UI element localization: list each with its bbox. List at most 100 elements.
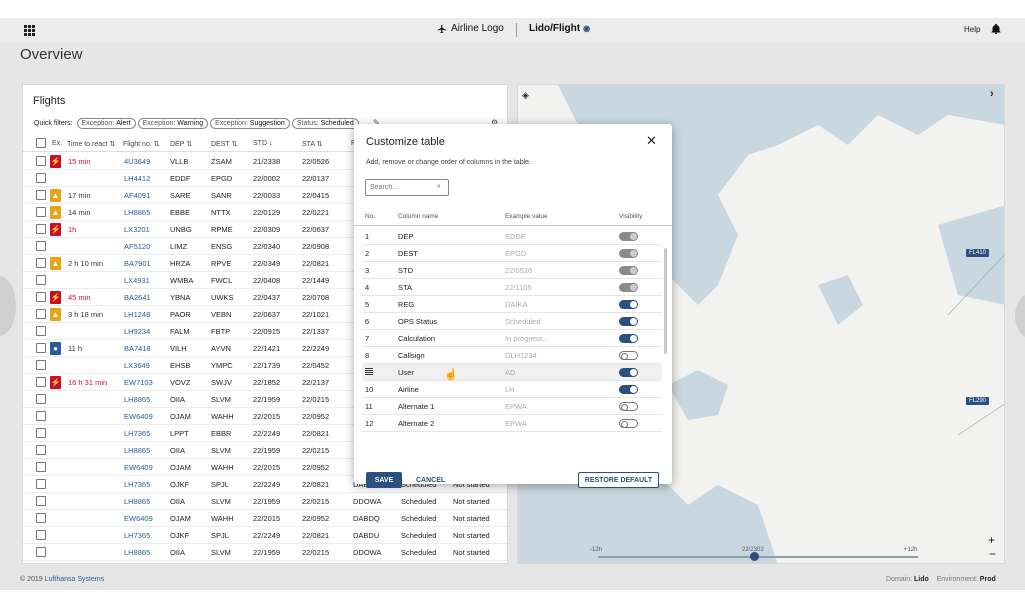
- zoom-out-button[interactable]: −: [989, 547, 996, 561]
- left-scroll-handle[interactable]: [0, 276, 16, 336]
- flight-number-link[interactable]: LH1248: [124, 310, 150, 319]
- row-checkbox[interactable]: [36, 394, 46, 404]
- flight-number-link[interactable]: BA7901: [124, 259, 151, 268]
- col-dep[interactable]: DEP ⇅: [170, 140, 192, 148]
- filter-chip-warning[interactable]: Exception: Warning: [137, 118, 209, 129]
- row-checkbox[interactable]: [36, 462, 46, 472]
- app-grid-icon[interactable]: [24, 25, 35, 36]
- notification-bell-icon[interactable]: [990, 22, 1002, 36]
- flight-number-link[interactable]: LH4412: [124, 174, 150, 183]
- col-flight-no[interactable]: Flight no. ⇅: [123, 140, 160, 148]
- row-checkbox[interactable]: [36, 156, 46, 166]
- row-checkbox[interactable]: [36, 377, 46, 387]
- table-row[interactable]: LH8865 OIIA SLVM 22/1959 22/0215 DDOWA Schedul…: [23, 493, 507, 510]
- map-layers-icon[interactable]: ◈: [522, 90, 529, 101]
- row-checkbox[interactable]: [36, 173, 46, 183]
- column-config-row[interactable]: 2 DEST EPGD: [362, 245, 662, 262]
- row-checkbox[interactable]: [36, 275, 46, 285]
- column-config-row[interactable]: 12 Alternate 2 EPWA: [362, 415, 662, 432]
- visibility-toggle[interactable]: [619, 402, 638, 411]
- row-checkbox[interactable]: [36, 411, 46, 421]
- flight-number-link[interactable]: LX3201: [124, 225, 150, 234]
- flight-number-link[interactable]: 4U3649: [124, 157, 150, 166]
- row-checkbox[interactable]: [36, 258, 46, 268]
- col-time-to-react[interactable]: Time to react ⇅: [67, 140, 115, 148]
- timeline-handle[interactable]: [750, 552, 759, 561]
- col-std[interactable]: STD ↓: [253, 140, 272, 147]
- visibility-toggle[interactable]: [619, 317, 638, 326]
- row-checkbox[interactable]: [36, 326, 46, 336]
- flight-number-link[interactable]: LH8865: [124, 548, 150, 557]
- visibility-toggle[interactable]: [619, 368, 638, 377]
- table-row[interactable]: LH8865 OIIA SLVM 22/1959 22/0215 DDOWA Schedul…: [23, 544, 507, 561]
- flight-number-link[interactable]: EW6409: [124, 412, 153, 421]
- row-checkbox[interactable]: [36, 190, 46, 200]
- flight-number-link[interactable]: EW6409: [124, 514, 153, 523]
- flight-number-link[interactable]: BA2641: [124, 293, 151, 302]
- row-checkbox[interactable]: [36, 309, 46, 319]
- column-config-row[interactable]: 10 Airline LH: [362, 381, 662, 398]
- row-checkbox[interactable]: [36, 207, 46, 217]
- row-checkbox[interactable]: [36, 428, 46, 438]
- row-checkbox[interactable]: [36, 479, 46, 489]
- row-checkbox[interactable]: [36, 445, 46, 455]
- row-checkbox[interactable]: [36, 547, 46, 557]
- flight-number-link[interactable]: EW7103: [124, 378, 153, 387]
- cancel-button[interactable]: CANCEL: [416, 472, 445, 488]
- visibility-toggle[interactable]: [619, 419, 638, 428]
- column-config-row[interactable]: 1 DEP EDDF: [362, 228, 662, 245]
- row-checkbox[interactable]: [36, 496, 46, 506]
- company-link[interactable]: Lufthansa Systems: [45, 576, 105, 583]
- columns-list-scrollbar[interactable]: [664, 248, 667, 354]
- table-row[interactable]: EW6409 OJAM WAHH 22/2015 22/0952 DABDQ Schedul…: [23, 510, 507, 527]
- flight-number-link[interactable]: LX3649: [124, 361, 150, 370]
- col-dest[interactable]: DEST ⇅: [211, 140, 237, 148]
- column-config-row[interactable]: 5 REG DAIKA: [362, 296, 662, 313]
- row-checkbox[interactable]: [36, 513, 46, 523]
- visibility-toggle[interactable]: [619, 385, 638, 394]
- visibility-toggle[interactable]: [619, 351, 638, 360]
- right-scroll-handle[interactable]: [1015, 294, 1025, 338]
- flight-number-link[interactable]: LH8865: [124, 497, 150, 506]
- flight-number-link[interactable]: LH7365: [124, 429, 150, 438]
- row-checkbox[interactable]: [36, 343, 46, 353]
- row-checkbox[interactable]: [36, 530, 46, 540]
- flight-number-link[interactable]: LH8865: [124, 395, 150, 404]
- save-button[interactable]: SAVE: [366, 472, 402, 488]
- close-icon[interactable]: ✕: [646, 134, 657, 147]
- flight-number-link[interactable]: BA7418: [124, 344, 151, 353]
- filter-chip-suggestion[interactable]: Exception: Suggestion: [210, 118, 290, 129]
- filter-chip-scheduled[interactable]: Status: Scheduled: [291, 118, 359, 129]
- visibility-toggle[interactable]: [619, 300, 638, 309]
- drag-handle-icon[interactable]: [365, 368, 373, 375]
- restore-default-button[interactable]: RESTORE DEFAULT: [578, 472, 659, 488]
- column-config-row[interactable]: 8 Callsign DLH1234: [362, 347, 662, 364]
- flight-number-link[interactable]: LX4931: [124, 276, 150, 285]
- flight-number-link[interactable]: EW6409: [124, 463, 153, 472]
- row-checkbox[interactable]: [36, 241, 46, 251]
- column-config-row[interactable]: 3 STD 22/0526: [362, 262, 662, 279]
- flight-number-link[interactable]: AF4091: [124, 191, 150, 200]
- column-config-row[interactable]: 6 OPS Status Scheduled: [362, 313, 662, 330]
- column-config-row[interactable]: 11 Alternate 1 EPWA: [362, 398, 662, 415]
- row-checkbox[interactable]: [36, 292, 46, 302]
- map-expand-chevron-icon[interactable]: ›: [990, 88, 994, 100]
- flight-number-link[interactable]: LH8865: [124, 208, 150, 217]
- row-checkbox[interactable]: [36, 224, 46, 234]
- visibility-toggle[interactable]: [619, 334, 638, 343]
- flight-number-link[interactable]: AF5120: [124, 242, 150, 251]
- row-checkbox[interactable]: [36, 360, 46, 370]
- flight-number-link[interactable]: LH7365: [124, 531, 150, 540]
- table-row[interactable]: LH7365 OJKF SPJL 22/2249 22/0821 DABDU Schedul…: [23, 527, 507, 544]
- flight-number-link[interactable]: LH7365: [124, 480, 150, 489]
- filter-chip-alert[interactable]: Exception: Alert: [76, 118, 136, 129]
- column-config-row[interactable]: User AD ☝: [362, 364, 662, 381]
- help-link[interactable]: Help: [964, 25, 980, 34]
- column-config-row[interactable]: 4 STA 22/1105: [362, 279, 662, 296]
- flight-number-link[interactable]: LH8865: [124, 446, 150, 455]
- column-config-row[interactable]: 7 Calculation In progress...: [362, 330, 662, 347]
- col-sta[interactable]: STA ⇅: [302, 140, 323, 148]
- select-all-checkbox[interactable]: [36, 138, 46, 148]
- flight-number-link[interactable]: LH9234: [124, 327, 150, 336]
- zoom-in-button[interactable]: +: [988, 533, 995, 547]
